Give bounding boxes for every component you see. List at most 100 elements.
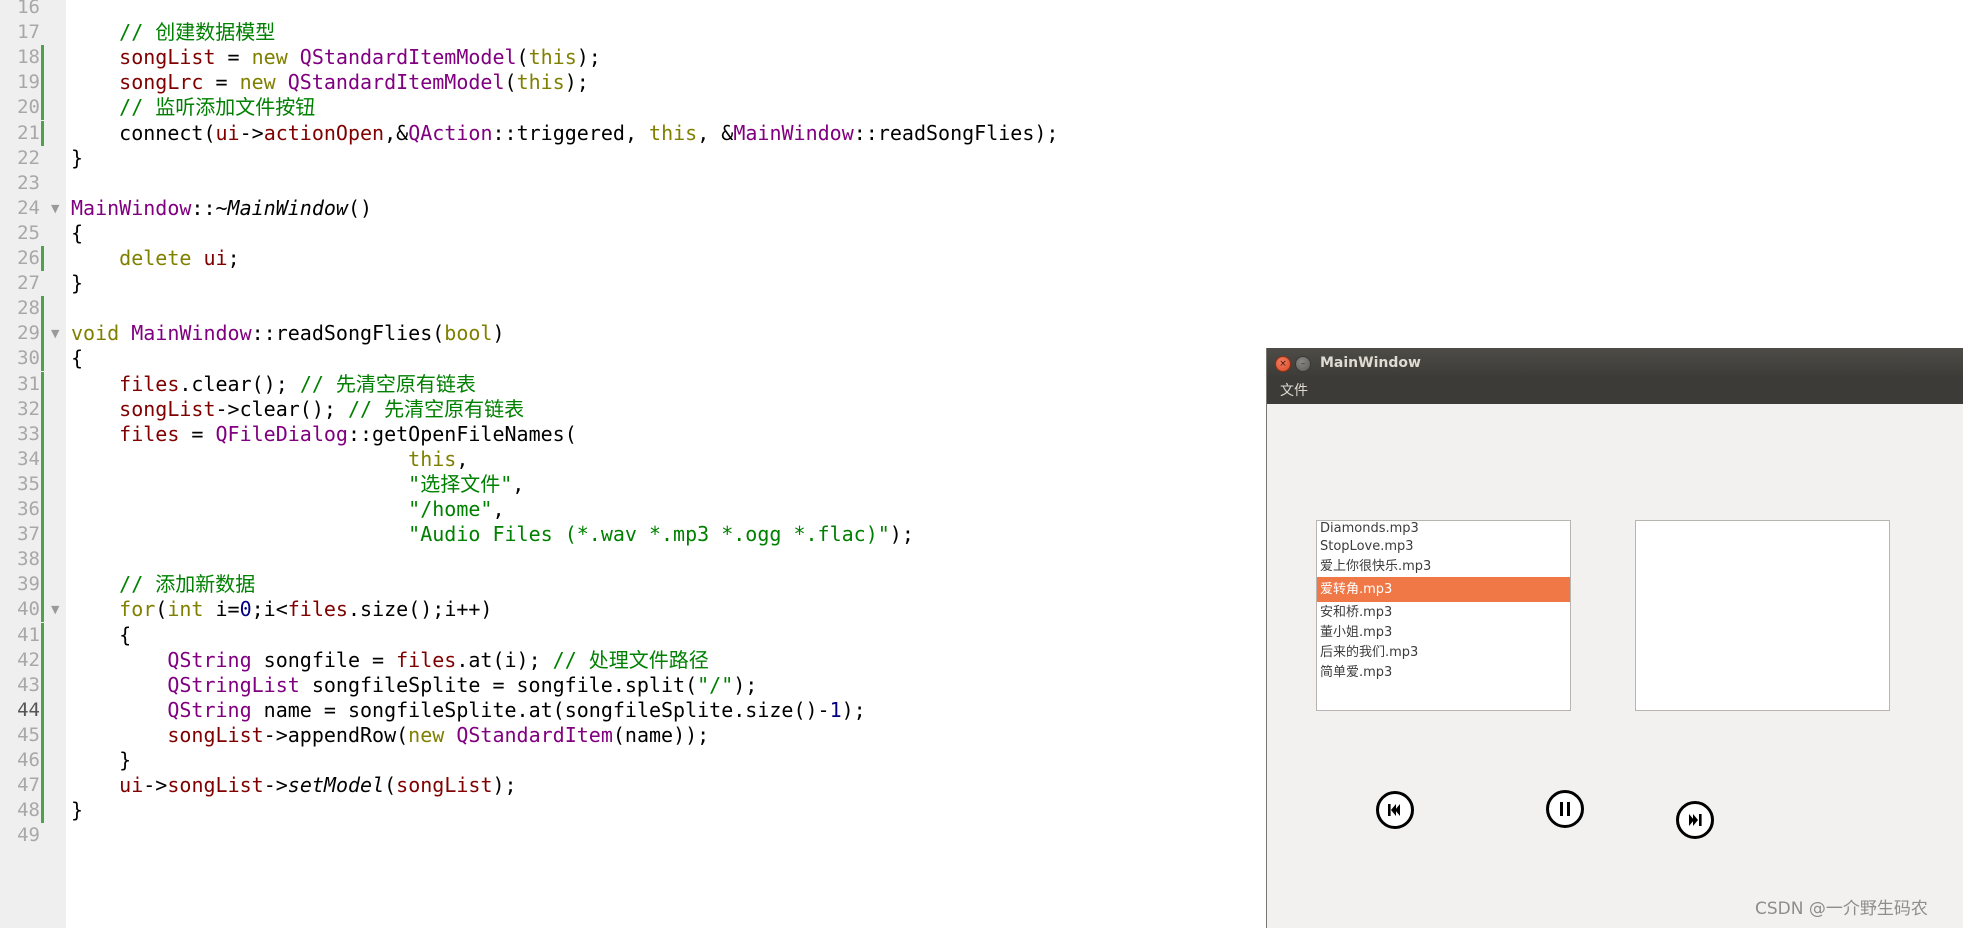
code-text: } — [71, 271, 83, 296]
code-token: ; — [227, 246, 240, 270]
close-button[interactable]: × — [1275, 356, 1291, 372]
code-token: "选择文件" — [408, 471, 513, 496]
code-line: 23 — [0, 171, 1963, 196]
song-list-item[interactable]: 董小姐.mp3 — [1317, 623, 1570, 643]
change-marker — [41, 572, 44, 598]
code-text: // 监听添加文件按钮 — [71, 95, 315, 120]
song-list-item[interactable]: 爱上你很快乐.mp3 — [1317, 557, 1570, 577]
song-list-item[interactable]: 爱转角.mp3 — [1317, 577, 1570, 602]
code-token: ( — [516, 45, 529, 70]
code-token: } — [71, 145, 84, 170]
code-token: "/home" — [408, 497, 493, 521]
code-token: .at(i); — [456, 647, 553, 672]
change-marker — [41, 497, 44, 522]
code-token: new — [408, 722, 445, 747]
code-token: ( — [504, 70, 517, 95]
code-text: files = QFileDialog::getOpenFileNames( — [71, 422, 577, 447]
code-token: -> — [263, 773, 288, 798]
code-token: = — [203, 70, 240, 95]
line-number: 35 — [17, 472, 40, 495]
line-number: 30 — [17, 347, 40, 370]
line-number: 45 — [17, 723, 40, 746]
line-number: 40 — [17, 598, 40, 621]
line-number: 20 — [17, 96, 40, 119]
change-marker — [41, 547, 44, 573]
code-token: ::triggered, — [492, 120, 650, 145]
code-token: ( — [155, 597, 168, 622]
minimize-icon: – — [1300, 359, 1306, 369]
code-text: { — [71, 623, 131, 648]
code-token: ); — [564, 70, 589, 95]
change-marker — [41, 120, 44, 146]
code-token: ->appendRow( — [263, 722, 409, 747]
code-token: ( — [384, 773, 397, 798]
code-text: ui->songList->setModel(songList); — [71, 773, 516, 798]
fold-arrow-icon[interactable]: ▼ — [51, 321, 59, 346]
line-number: 18 — [17, 46, 40, 69]
code-token: MainWindow — [733, 120, 854, 145]
line-number: 36 — [17, 498, 40, 520]
code-token: QStandardItemModel — [299, 45, 517, 70]
code-token: ui — [203, 246, 228, 270]
song-list-item[interactable]: 简单爱.mp3 — [1317, 663, 1570, 683]
title-bar[interactable]: × – MainWindow — [1267, 348, 1963, 378]
song-list-item[interactable]: Diamonds.mp3 — [1317, 519, 1570, 539]
song-list[interactable]: Diamonds.mp3 StopLove.mp3 爱上你很快乐.mp3 爱转角.mp… — [1316, 520, 1571, 711]
song-list-item[interactable]: StopLove.mp3 — [1317, 537, 1570, 557]
previous-button[interactable] — [1376, 791, 1414, 829]
code-token: this — [408, 446, 457, 471]
change-marker — [41, 421, 44, 447]
change-marker — [41, 371, 44, 397]
code-token: // 先清空原有链表 — [347, 396, 525, 421]
code-token: actionOpen — [263, 120, 385, 145]
code-token: int — [167, 597, 204, 622]
code-token: QStandardItemModel — [287, 70, 505, 95]
code-text: songList = new QStandardItemModel(this); — [71, 45, 601, 70]
code-text: } — [71, 798, 83, 823]
code-token: files — [119, 421, 180, 446]
fold-arrow-icon[interactable]: ▼ — [51, 196, 59, 221]
code-token: songList — [167, 773, 264, 798]
change-marker — [41, 296, 44, 322]
code-token: -> — [143, 773, 168, 798]
code-token: ;i< — [251, 597, 288, 622]
code-text: this, — [71, 447, 468, 472]
menu-file[interactable]: 文件 — [1278, 378, 1310, 404]
pause-button[interactable] — [1546, 790, 1584, 828]
change-marker — [41, 697, 44, 723]
pause-icon — [1560, 802, 1570, 816]
next-button[interactable] — [1676, 801, 1714, 839]
code-line: 26 delete ui; — [0, 246, 1963, 271]
change-marker — [41, 471, 44, 497]
line-number: 44 — [17, 698, 40, 721]
code-text: delete ui; — [71, 246, 240, 271]
code-line: 22} — [0, 146, 1963, 171]
code-token: // 先清空原有链表 — [299, 371, 476, 396]
code-token: () — [347, 195, 373, 220]
code-token: MainWindow — [71, 195, 192, 220]
close-icon: × — [1279, 359, 1287, 369]
line-number: 21 — [17, 121, 40, 144]
code-text: songList->appendRow(new QStandardItem(na… — [71, 723, 709, 748]
line-number: 19 — [17, 71, 40, 94]
song-list-item[interactable]: 安和桥.mp3 — [1317, 603, 1570, 623]
code-token: ::getOpenFileNames( — [347, 421, 577, 446]
code-token: ->clear(); — [215, 396, 348, 421]
code-text: // 创建数据模型 — [71, 20, 275, 45]
fold-arrow-icon[interactable]: ▼ — [51, 597, 59, 622]
code-token: , & — [697, 120, 734, 145]
line-number: 32 — [17, 397, 40, 420]
lyric-list[interactable] — [1635, 520, 1890, 711]
code-token: ui — [119, 773, 144, 798]
code-token: ::readSongFlies); — [853, 120, 1059, 145]
code-text: songList->clear(); // 先清空原有链表 — [71, 397, 524, 422]
code-token: QString — [167, 647, 252, 672]
minimize-button[interactable]: – — [1295, 356, 1311, 372]
song-list-item[interactable]: 后来的我们.mp3 — [1317, 643, 1570, 663]
line-number: 37 — [17, 523, 40, 546]
